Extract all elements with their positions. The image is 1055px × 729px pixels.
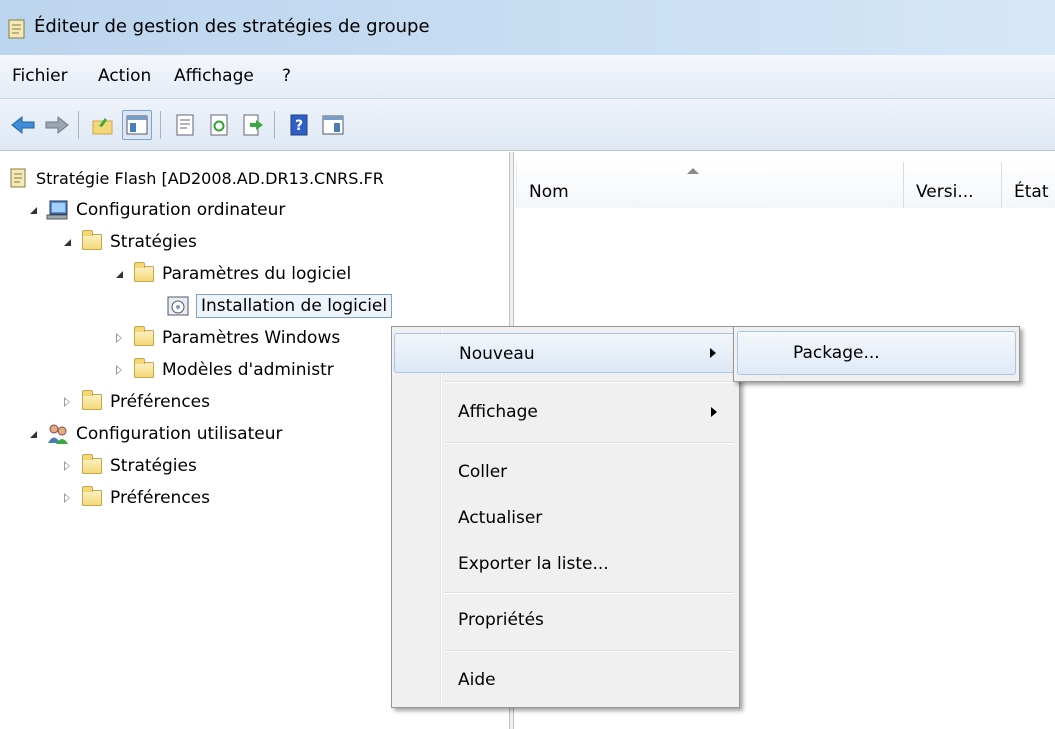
back-arrow-icon[interactable] <box>8 110 38 140</box>
tree-node-root[interactable]: Stratégie Flash [AD2008.AD.DR13.CNRS.FR <box>6 162 384 194</box>
menu-item-label: Nouveau <box>459 344 535 364</box>
expand-arrow-icon[interactable] <box>110 361 128 379</box>
tree-node-user-config[interactable]: Configuration utilisateur <box>24 418 282 450</box>
context-menu: Nouveau Affichage Coller Actualiser Expo… <box>391 326 740 708</box>
menu-item-label: Exporter la liste... <box>458 554 609 574</box>
up-folder-icon[interactable] <box>88 110 118 140</box>
menu-separator <box>444 442 734 444</box>
refresh-icon[interactable] <box>204 110 234 140</box>
toolbar-separator <box>274 111 275 139</box>
toolbar-separator <box>160 111 161 139</box>
tree-label: Installation de logiciel <box>196 294 393 318</box>
menu-bar: Fichier Action Affichage ? <box>0 55 1055 99</box>
menu-affichage[interactable]: Affichage <box>174 66 254 86</box>
tree-node-admin-templates[interactable]: Modèles d'administr <box>110 354 334 386</box>
submenu-nouveau: Package... <box>733 326 1020 382</box>
menu-action[interactable]: Action <box>98 66 151 86</box>
tree-label: Stratégie Flash [AD2008.AD.DR13.CNRS.FR <box>36 168 384 188</box>
menu-separator <box>444 381 734 383</box>
menu-fichier[interactable]: Fichier <box>12 66 68 86</box>
show-action-pane-icon[interactable] <box>318 110 348 140</box>
menu-item-exporter[interactable]: Exporter la liste... <box>394 547 737 581</box>
tree-label: Paramètres Windows <box>162 328 341 348</box>
expand-arrow-icon[interactable] <box>110 329 128 347</box>
tree-node-computer-config[interactable]: Configuration ordinateur <box>24 194 285 226</box>
toolbar: ? <box>0 99 1055 151</box>
tree-label: Stratégies <box>110 232 197 252</box>
title-bar: Éditeur de gestion des stratégies de gro… <box>0 0 1055 55</box>
menu-item-aide[interactable]: Aide <box>394 663 737 697</box>
policy-editor-icon <box>8 19 25 39</box>
menu-item-nouveau[interactable]: Nouveau <box>394 333 737 373</box>
users-icon <box>46 423 70 445</box>
forward-arrow-icon[interactable] <box>42 110 72 140</box>
properties-icon[interactable] <box>170 110 200 140</box>
folder-icon <box>132 358 156 381</box>
folder-icon <box>132 262 156 285</box>
computer-icon <box>46 199 70 221</box>
svg-text:?: ? <box>295 118 303 134</box>
collapse-arrow-icon[interactable] <box>24 425 42 443</box>
tree-label: Préférences <box>110 392 210 412</box>
column-header-version[interactable]: Versi... <box>904 162 1002 208</box>
column-label: État <box>1014 182 1049 202</box>
collapse-arrow-icon[interactable] <box>110 265 128 283</box>
menu-item-label: Package... <box>793 343 880 363</box>
column-header-name[interactable]: Nom <box>516 162 904 208</box>
menu-item-affichage[interactable]: Affichage <box>394 395 737 429</box>
tree-node-software-install[interactable]: Installation de logiciel <box>162 290 393 322</box>
tree-node-windows-settings[interactable]: Paramètres Windows <box>110 322 340 354</box>
tree-label: Stratégies <box>110 456 197 476</box>
collapse-arrow-icon[interactable] <box>58 233 76 251</box>
expand-arrow-icon[interactable] <box>58 393 76 411</box>
submenu-arrow-icon <box>711 407 717 417</box>
tree-label: Modèles d'administr <box>162 360 334 380</box>
software-installation-icon <box>166 295 190 317</box>
menu-item-label: Coller <box>458 462 508 482</box>
menu-help[interactable]: ? <box>282 66 291 86</box>
folder-icon <box>80 390 104 413</box>
column-label: Versi... <box>916 182 974 202</box>
menu-separator <box>444 650 734 652</box>
tree-label: Configuration ordinateur <box>76 200 286 220</box>
tree-node-software-settings[interactable]: Paramètres du logiciel <box>110 258 351 290</box>
help-icon[interactable]: ? <box>284 110 314 140</box>
menu-separator <box>444 592 734 594</box>
tree-label: Configuration utilisateur <box>76 424 283 444</box>
tree-label: Paramètres du logiciel <box>162 264 352 284</box>
tree-label: Préférences <box>110 488 210 508</box>
sort-ascending-icon <box>687 168 699 174</box>
collapse-arrow-icon[interactable] <box>24 201 42 219</box>
column-label: Nom <box>529 182 569 202</box>
menu-item-label: Affichage <box>458 402 538 422</box>
tree-node-comp-policies[interactable]: Stratégies <box>58 226 197 258</box>
tree-node-user-preferences[interactable]: Préférences <box>58 482 210 514</box>
menu-item-coller[interactable]: Coller <box>394 455 737 489</box>
expand-arrow-icon[interactable] <box>58 489 76 507</box>
show-hide-tree-icon[interactable] <box>122 110 152 140</box>
menu-item-label: Propriétés <box>458 610 544 630</box>
menu-item-label: Aide <box>458 670 496 690</box>
menu-item-actualiser[interactable]: Actualiser <box>394 501 737 535</box>
tree-node-user-policies[interactable]: Stratégies <box>58 450 197 482</box>
column-header-state[interactable]: État <box>1002 162 1055 208</box>
policy-document-icon <box>6 167 30 189</box>
export-list-icon[interactable] <box>238 110 268 140</box>
toolbar-separator <box>78 111 79 139</box>
folder-icon <box>132 326 156 349</box>
folder-icon <box>80 486 104 509</box>
menu-item-proprietes[interactable]: Propriétés <box>394 603 737 637</box>
folder-icon <box>80 454 104 477</box>
window-title: Éditeur de gestion des stratégies de gro… <box>34 16 430 37</box>
menu-item-package[interactable]: Package... <box>737 331 1016 375</box>
menu-item-label: Actualiser <box>458 508 543 528</box>
expand-arrow-icon[interactable] <box>58 457 76 475</box>
folder-icon <box>80 230 104 253</box>
tree-node-comp-preferences[interactable]: Préférences <box>58 386 210 418</box>
submenu-arrow-icon <box>710 348 716 358</box>
